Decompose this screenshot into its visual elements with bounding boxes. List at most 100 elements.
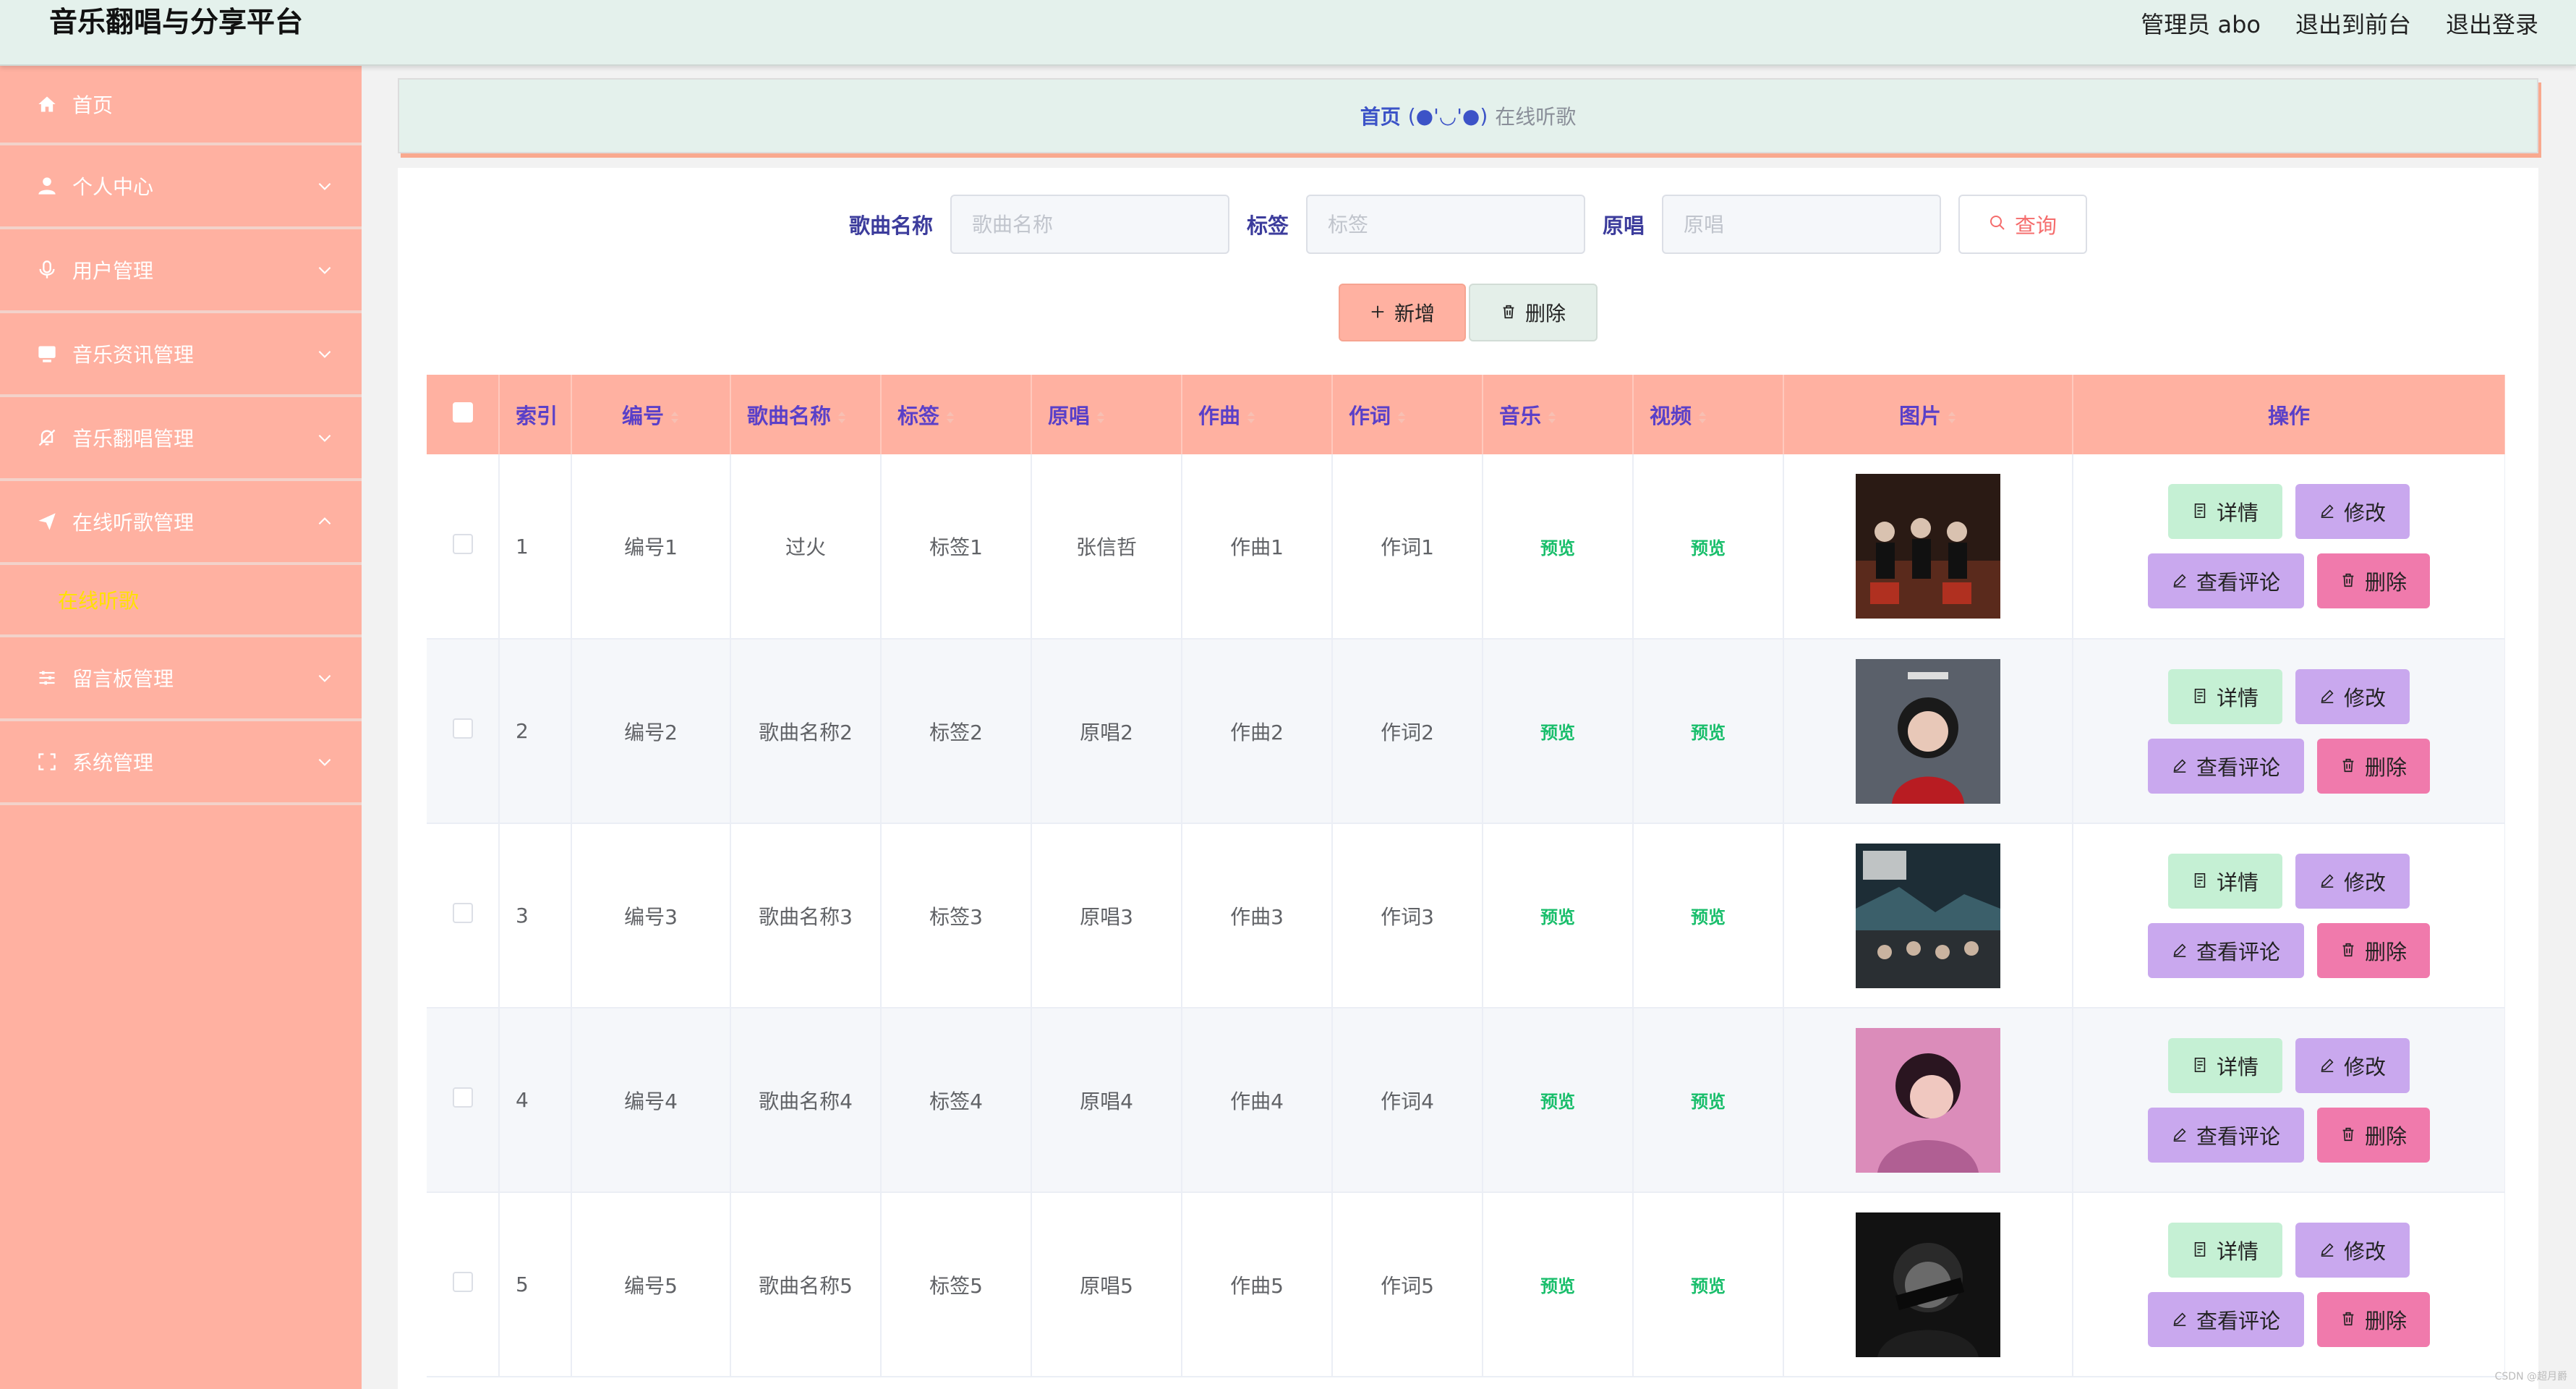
sort-icon[interactable] [1947, 410, 1957, 425]
detail-button-label: 详情 [2216, 685, 2259, 710]
edit-button[interactable]: 修改 [2295, 1222, 2410, 1278]
view-comments-button-label: 查看评论 [2196, 755, 2280, 780]
album-cover-image[interactable] [1856, 1212, 2000, 1357]
cell-operations: 详情 修改 查看评论 删除 [2073, 454, 2505, 640]
column-header[interactable]: 视频 [1633, 375, 1784, 454]
microphone-icon [36, 259, 58, 281]
detail-button[interactable]: 详情 [2168, 484, 2282, 539]
detail-button[interactable]: 详情 [2168, 668, 2282, 724]
edit-icon [2319, 499, 2335, 524]
column-header-label: 歌曲名称 [747, 404, 832, 428]
music-preview-link[interactable]: 预览 [1540, 538, 1575, 558]
sort-icon[interactable] [670, 410, 680, 425]
video-preview-link[interactable]: 预览 [1691, 538, 1726, 558]
column-header[interactable]: 作词 [1332, 375, 1483, 454]
cell-code: 编号4 [571, 1008, 731, 1193]
video-preview-link[interactable]: 预览 [1691, 1276, 1726, 1296]
column-header[interactable]: 音乐 [1483, 375, 1634, 454]
edit-button-label: 修改 [2343, 1239, 2386, 1264]
edit-button[interactable]: 修改 [2295, 484, 2410, 539]
sort-icon[interactable] [945, 410, 955, 425]
delete-button[interactable]: 删除 [2317, 1107, 2430, 1163]
query-button[interactable]: 查询 [1958, 195, 2088, 254]
delete-button[interactable]: 删除 [2317, 922, 2430, 978]
sort-icon[interactable] [1547, 410, 1557, 425]
trash-icon [2340, 1123, 2356, 1147]
video-preview-link[interactable]: 预览 [1691, 907, 1726, 927]
sidebar-item-online-listening[interactable]: 在线听歌管理 [0, 481, 362, 565]
column-header-label: 编号 [621, 404, 664, 428]
sidebar-item-system[interactable]: 系统管理 [0, 721, 362, 805]
music-preview-link[interactable]: 预览 [1540, 907, 1575, 927]
batch-delete-button[interactable]: 删除 [1469, 284, 1598, 341]
back-to-front-link[interactable]: 退出到前台 [2295, 7, 2411, 40]
sidebar-item-personal-center[interactable]: 个人中心 [0, 145, 362, 229]
delete-button[interactable]: 删除 [2317, 738, 2430, 794]
row-checkbox[interactable] [452, 718, 473, 739]
tag-input[interactable] [1306, 195, 1585, 254]
edit-button[interactable]: 修改 [2295, 668, 2410, 724]
row-checkbox[interactable] [452, 533, 473, 554]
detail-button[interactable]: 详情 [2168, 853, 2282, 909]
column-header[interactable]: 作曲 [1182, 375, 1333, 454]
sidebar-item-user-management[interactable]: 用户管理 [0, 229, 362, 313]
album-cover-image[interactable] [1856, 474, 2000, 619]
row-checkbox[interactable] [452, 1272, 473, 1292]
view-comments-button[interactable]: 查看评论 [2148, 738, 2304, 794]
sidebar-subitem-online-listening[interactable]: 在线听歌 [0, 565, 362, 637]
song-name-input[interactable] [950, 195, 1229, 254]
sort-icon[interactable] [1246, 410, 1256, 425]
column-header[interactable]: 歌曲名称 [730, 375, 882, 454]
row-checkbox[interactable] [452, 1087, 473, 1108]
sort-icon[interactable] [1096, 410, 1106, 425]
column-header: 索引 [499, 375, 572, 454]
music-preview-link[interactable]: 预览 [1540, 1276, 1575, 1296]
album-cover-image[interactable] [1856, 843, 2000, 988]
album-cover-image[interactable] [1856, 658, 2000, 804]
watermark: CSDN @超月爵 [2494, 1371, 2567, 1382]
sort-icon[interactable] [1396, 410, 1407, 425]
logout-link[interactable]: 退出登录 [2446, 7, 2538, 40]
cell-music: 预览 [1483, 639, 1634, 824]
view-comments-button[interactable]: 查看评论 [2148, 1107, 2304, 1163]
sort-icon[interactable] [837, 410, 847, 425]
column-header[interactable]: 图片 [1783, 375, 2073, 454]
edit-button[interactable]: 修改 [2295, 1037, 2410, 1093]
row-checkbox[interactable] [452, 903, 473, 923]
singer-input[interactable] [1662, 195, 1942, 254]
sidebar-item-label: 音乐翻唱管理 [72, 427, 195, 451]
sidebar-item-home[interactable]: 首页 [0, 66, 362, 145]
cell-composer: 作曲4 [1182, 1008, 1333, 1193]
column-header[interactable]: 原唱 [1031, 375, 1182, 454]
sidebar-item-message-board[interactable]: 留言板管理 [0, 637, 362, 721]
select-all-checkbox[interactable] [452, 402, 473, 422]
column-header[interactable]: 编号 [571, 375, 731, 454]
cell-code: 编号1 [571, 454, 731, 640]
video-preview-link[interactable]: 预览 [1691, 1092, 1726, 1112]
view-comments-button[interactable]: 查看评论 [2148, 922, 2304, 978]
breadcrumb-home[interactable]: 首页 [1360, 101, 1401, 130]
column-header[interactable]: 标签 [881, 375, 1032, 454]
cell-index: 5 [499, 1192, 572, 1377]
music-preview-link[interactable]: 预览 [1540, 723, 1575, 743]
detail-button[interactable]: 详情 [2168, 1222, 2282, 1278]
add-button[interactable]: 新增 [1339, 284, 1466, 341]
video-preview-link[interactable]: 预览 [1691, 723, 1726, 743]
operation-buttons: 详情 修改 查看评论 删除 [2073, 668, 2504, 794]
view-comments-button[interactable]: 查看评论 [2148, 553, 2304, 608]
sidebar-item-music-cover[interactable]: 音乐翻唱管理 [0, 397, 362, 481]
table-row: 4 编号4 歌曲名称4 标签4 原唱4 作曲4 作词4 预览 预览 详情 修改 [427, 1008, 2505, 1193]
album-cover-image[interactable] [1856, 1027, 2000, 1173]
add-button-label: 新增 [1394, 302, 1435, 326]
music-preview-link[interactable]: 预览 [1540, 1092, 1575, 1112]
detail-button[interactable]: 详情 [2168, 1037, 2282, 1093]
sidebar-item-music-news[interactable]: 音乐资讯管理 [0, 313, 362, 397]
view-comments-button[interactable]: 查看评论 [2148, 1291, 2304, 1347]
cell-operations: 详情 修改 查看评论 删除 [2073, 823, 2505, 1008]
chevron-up-icon [315, 512, 334, 531]
cell-code: 编号3 [571, 823, 731, 1008]
edit-button[interactable]: 修改 [2295, 853, 2410, 909]
delete-button[interactable]: 删除 [2317, 1291, 2430, 1347]
sort-icon[interactable] [1697, 410, 1707, 425]
delete-button[interactable]: 删除 [2317, 553, 2430, 608]
